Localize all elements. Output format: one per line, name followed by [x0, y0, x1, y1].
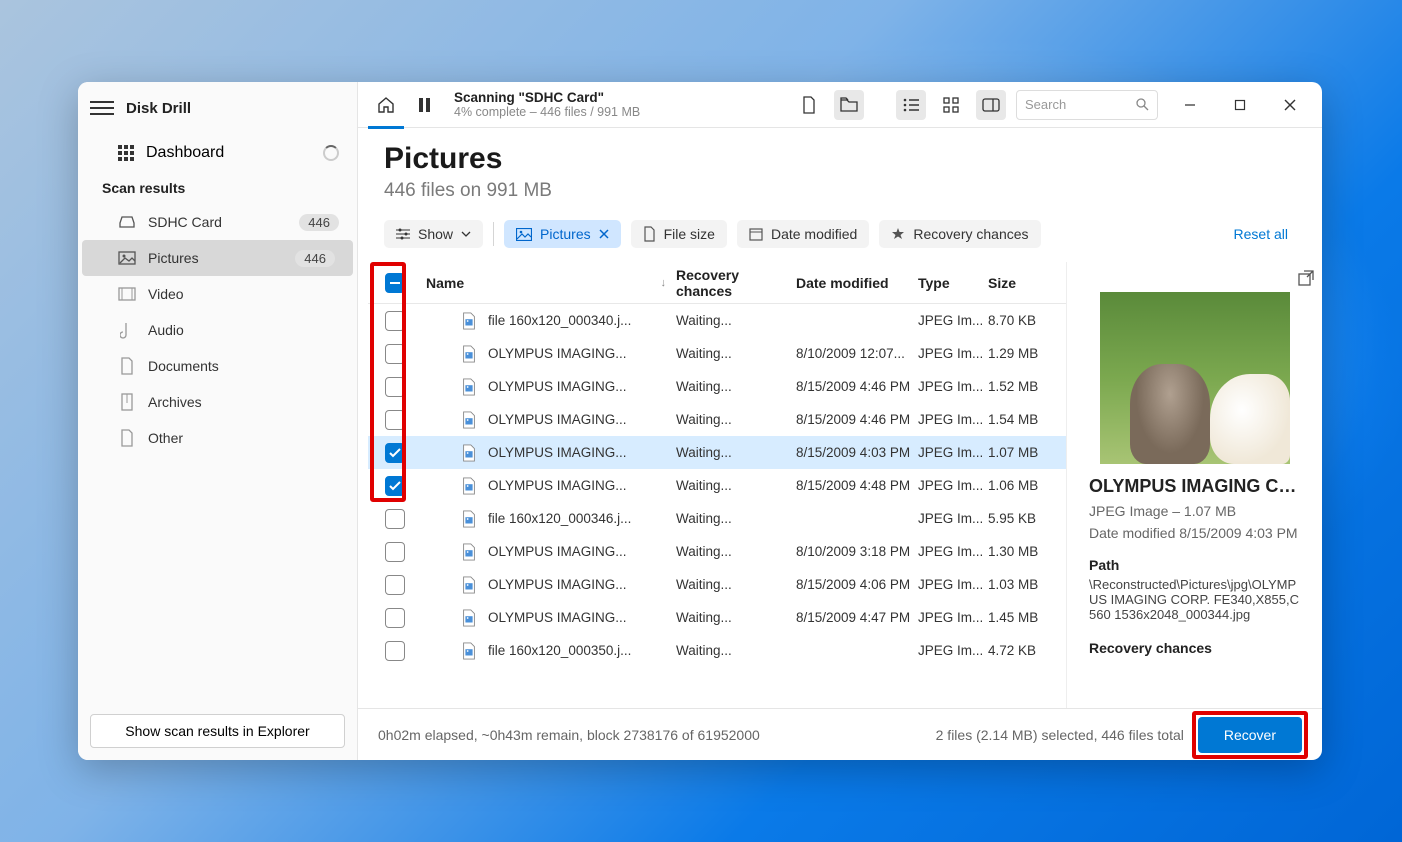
documents-icon: [118, 357, 136, 375]
row-checkbox[interactable]: [385, 575, 405, 595]
sidebar-item-archives[interactable]: Archives: [78, 384, 357, 420]
preview-image: [1100, 292, 1290, 464]
video-icon: [118, 285, 136, 303]
sidebar-section-label: Scan results: [78, 172, 357, 204]
row-checkbox[interactable]: [385, 641, 405, 661]
row-checkbox[interactable]: [385, 377, 405, 397]
pictures-icon: [118, 249, 136, 267]
row-checkbox[interactable]: [385, 476, 405, 496]
popout-icon[interactable]: [1298, 270, 1314, 286]
home-button[interactable]: [372, 91, 400, 119]
table-row[interactable]: file 160x120_000350.j...Waiting...JPEG I…: [368, 634, 1066, 667]
table-row[interactable]: OLYMPUS IMAGING...Waiting...8/15/2009 4:…: [368, 403, 1066, 436]
app-title: Disk Drill: [126, 100, 191, 117]
audio-icon: [118, 321, 136, 339]
table-row[interactable]: OLYMPUS IMAGING...Waiting...8/10/2009 3:…: [368, 535, 1066, 568]
footer-selection: 2 files (2.14 MB) selected, 446 files to…: [936, 727, 1184, 743]
minimize-button[interactable]: [1172, 90, 1208, 120]
sidebar-item-video[interactable]: Video: [78, 276, 357, 312]
row-checkbox[interactable]: [385, 344, 405, 364]
panel-toggle-button[interactable]: [976, 90, 1006, 120]
other-icon: [118, 429, 136, 447]
show-filter-button[interactable]: Show: [384, 220, 483, 248]
row-checkbox[interactable]: [385, 608, 405, 628]
table-row[interactable]: file 160x120_000346.j...Waiting...JPEG I…: [368, 502, 1066, 535]
sidebar-item-pictures[interactable]: Pictures 446: [82, 240, 353, 276]
select-all-checkbox[interactable]: [385, 273, 405, 293]
sidebar-item-audio[interactable]: Audio: [78, 312, 357, 348]
pause-button[interactable]: [410, 98, 438, 112]
table-row[interactable]: OLYMPUS IMAGING...Waiting...8/15/2009 4:…: [368, 370, 1066, 403]
scan-progress: 4% complete – 446 files / 991 MB: [454, 105, 640, 119]
table-row[interactable]: OLYMPUS IMAGING...Waiting...8/15/2009 4:…: [368, 469, 1066, 502]
search-icon: [1136, 98, 1149, 111]
filter-icon: [396, 228, 410, 240]
list-view-button[interactable]: [896, 90, 926, 120]
sidebar-item-other[interactable]: Other: [78, 420, 357, 456]
table-row[interactable]: OLYMPUS IMAGING...Waiting...8/10/2009 12…: [368, 337, 1066, 370]
recovery-filter-button[interactable]: Recovery chances: [879, 220, 1040, 248]
sidebar-item-documents[interactable]: Documents: [78, 348, 357, 384]
sidebar: Disk Drill Dashboard Scan results SDHC C…: [78, 82, 358, 760]
sidebar-item-sdhc[interactable]: SDHC Card 446: [78, 204, 357, 240]
reset-all-link[interactable]: Reset all: [1234, 226, 1296, 242]
row-checkbox[interactable]: [385, 410, 405, 430]
preview-date: Date modified 8/15/2009 4:03 PM: [1089, 525, 1300, 541]
file-view-button[interactable]: [794, 90, 824, 120]
star-icon: [891, 227, 905, 241]
preview-path: \Reconstructed\Pictures\jpg\OLYMPUS IMAG…: [1089, 577, 1300, 622]
table-row[interactable]: OLYMPUS IMAGING...Waiting...8/15/2009 4:…: [368, 436, 1066, 469]
chevron-down-icon: [461, 231, 471, 237]
topbar: Scanning "SDHC Card" 4% complete – 446 f…: [358, 82, 1322, 128]
table-row[interactable]: OLYMPUS IMAGING...Waiting...8/15/2009 4:…: [368, 568, 1066, 601]
folder-view-button[interactable]: [834, 90, 864, 120]
row-checkbox[interactable]: [385, 443, 405, 463]
document-icon: [643, 226, 656, 242]
page-title: Pictures: [384, 142, 1296, 176]
table-row[interactable]: file 160x120_000340.j...Waiting...JPEG I…: [368, 304, 1066, 337]
recover-button[interactable]: Recover: [1198, 717, 1302, 753]
filesize-filter-button[interactable]: File size: [631, 220, 727, 248]
preview-pane: OLYMPUS IMAGING COR... JPEG Image – 1.07…: [1066, 262, 1322, 708]
maximize-button[interactable]: [1222, 90, 1258, 120]
preview-path-label: Path: [1089, 557, 1300, 573]
date-filter-button[interactable]: Date modified: [737, 220, 869, 248]
menu-icon[interactable]: [90, 96, 114, 120]
row-checkbox[interactable]: [385, 509, 405, 529]
archives-icon: [118, 393, 136, 411]
close-button[interactable]: [1272, 90, 1308, 120]
sort-arrow-icon[interactable]: ↓: [661, 277, 667, 289]
drive-icon: [118, 213, 136, 231]
footer-status: 0h02m elapsed, ~0h43m remain, block 2738…: [378, 727, 922, 743]
pictures-filter-chip[interactable]: Pictures: [504, 220, 621, 248]
row-checkbox[interactable]: [385, 542, 405, 562]
dashboard-label: Dashboard: [146, 144, 224, 162]
row-checkbox[interactable]: [385, 311, 405, 331]
spinner-icon: [323, 145, 339, 161]
close-icon[interactable]: [599, 229, 609, 239]
file-table: Name↓ Recovery chances Date modified Typ…: [368, 262, 1066, 708]
search-input[interactable]: Search: [1016, 90, 1158, 120]
app-window: Disk Drill Dashboard Scan results SDHC C…: [78, 82, 1322, 760]
calendar-icon: [749, 227, 763, 241]
sidebar-item-dashboard[interactable]: Dashboard: [78, 134, 357, 172]
grid-view-button[interactable]: [936, 90, 966, 120]
show-in-explorer-button[interactable]: Show scan results in Explorer: [90, 714, 345, 748]
page-subtitle: 446 files on 991 MB: [384, 180, 1296, 202]
preview-filename: OLYMPUS IMAGING COR...: [1089, 476, 1300, 497]
scan-title: Scanning "SDHC Card": [454, 90, 640, 105]
image-icon: [516, 228, 532, 241]
table-row[interactable]: OLYMPUS IMAGING...Waiting...8/15/2009 4:…: [368, 601, 1066, 634]
preview-recovery-label: Recovery chances: [1089, 640, 1300, 656]
preview-meta: JPEG Image – 1.07 MB: [1089, 503, 1300, 519]
dashboard-icon: [118, 145, 134, 161]
